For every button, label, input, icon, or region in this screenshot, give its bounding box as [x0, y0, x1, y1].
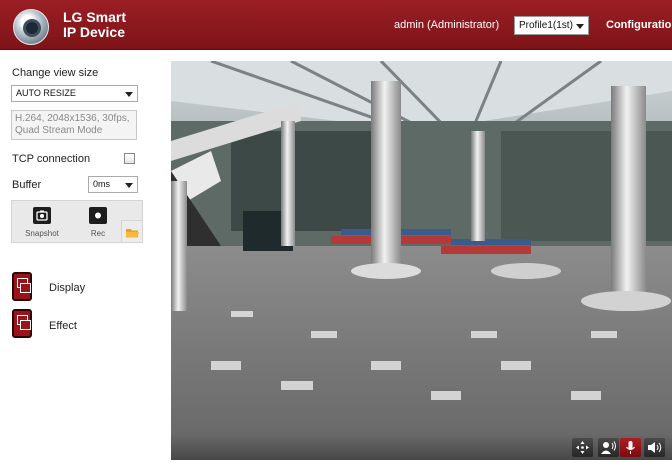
stream-info-box: H.264, 2048x1536, 30fps, Quad Stream Mod… — [11, 110, 137, 140]
brand-line-2: IP Device — [63, 24, 126, 40]
rec-label: Rec — [90, 229, 106, 238]
effect-button[interactable] — [12, 309, 32, 338]
chevron-down-icon — [576, 24, 584, 29]
profile-select-value: Profile1(1st) — [519, 20, 573, 31]
speaker-icon — [648, 442, 662, 453]
person-speaking-icon — [601, 441, 616, 454]
display-label[interactable]: Display — [49, 282, 85, 294]
ptz-move-button[interactable] — [572, 438, 593, 457]
profile-select[interactable]: Profile1(1st) — [514, 16, 589, 35]
tcp-connection-label: TCP connection — [12, 153, 91, 165]
chevron-down-icon — [125, 92, 133, 97]
record-icon — [89, 207, 107, 224]
snapshot-button[interactable]: Snapshot — [14, 201, 70, 243]
folder-icon — [126, 229, 139, 238]
snapshot-label: Snapshot — [25, 229, 59, 238]
live-video-view[interactable] — [171, 61, 672, 434]
effect-label[interactable]: Effect — [49, 320, 77, 332]
folder-button[interactable] — [121, 220, 143, 243]
microphone-icon — [626, 441, 635, 454]
display-button[interactable] — [12, 272, 32, 301]
chevron-down-icon — [125, 183, 133, 188]
top-header: LG Smart IP Device admin (Administrator)… — [0, 0, 672, 50]
speaker-button[interactable] — [644, 438, 665, 457]
view-size-select[interactable]: AUTO RESIZE — [11, 85, 138, 102]
camera-icon — [33, 207, 51, 224]
camera-feed-image — [171, 61, 672, 434]
stream-info-line-1: H.264, 2048x1536, 30fps, — [15, 113, 130, 124]
view-size-label: Change view size — [12, 67, 99, 79]
video-control-bar — [171, 434, 672, 460]
camera-logo-icon — [13, 9, 49, 45]
user-label: admin (Administrator) — [394, 19, 500, 31]
view-size-value: AUTO RESIZE — [16, 88, 76, 98]
tcp-connection-checkbox[interactable] — [124, 153, 135, 164]
move-arrows-icon — [576, 441, 589, 454]
brand-line-1: LG Smart — [63, 9, 127, 25]
buffer-value: 0ms — [93, 179, 111, 189]
talk-button[interactable] — [598, 438, 619, 457]
stream-info-line-2: Quad Stream Mode — [15, 125, 103, 136]
buffer-label: Buffer — [12, 179, 42, 191]
microphone-button[interactable] — [620, 438, 641, 457]
buffer-select[interactable]: 0ms — [88, 176, 138, 193]
configuration-link[interactable]: Configuration — [606, 19, 672, 31]
brand-title: LG Smart IP Device — [63, 10, 126, 40]
rec-button[interactable]: Rec — [70, 201, 126, 243]
